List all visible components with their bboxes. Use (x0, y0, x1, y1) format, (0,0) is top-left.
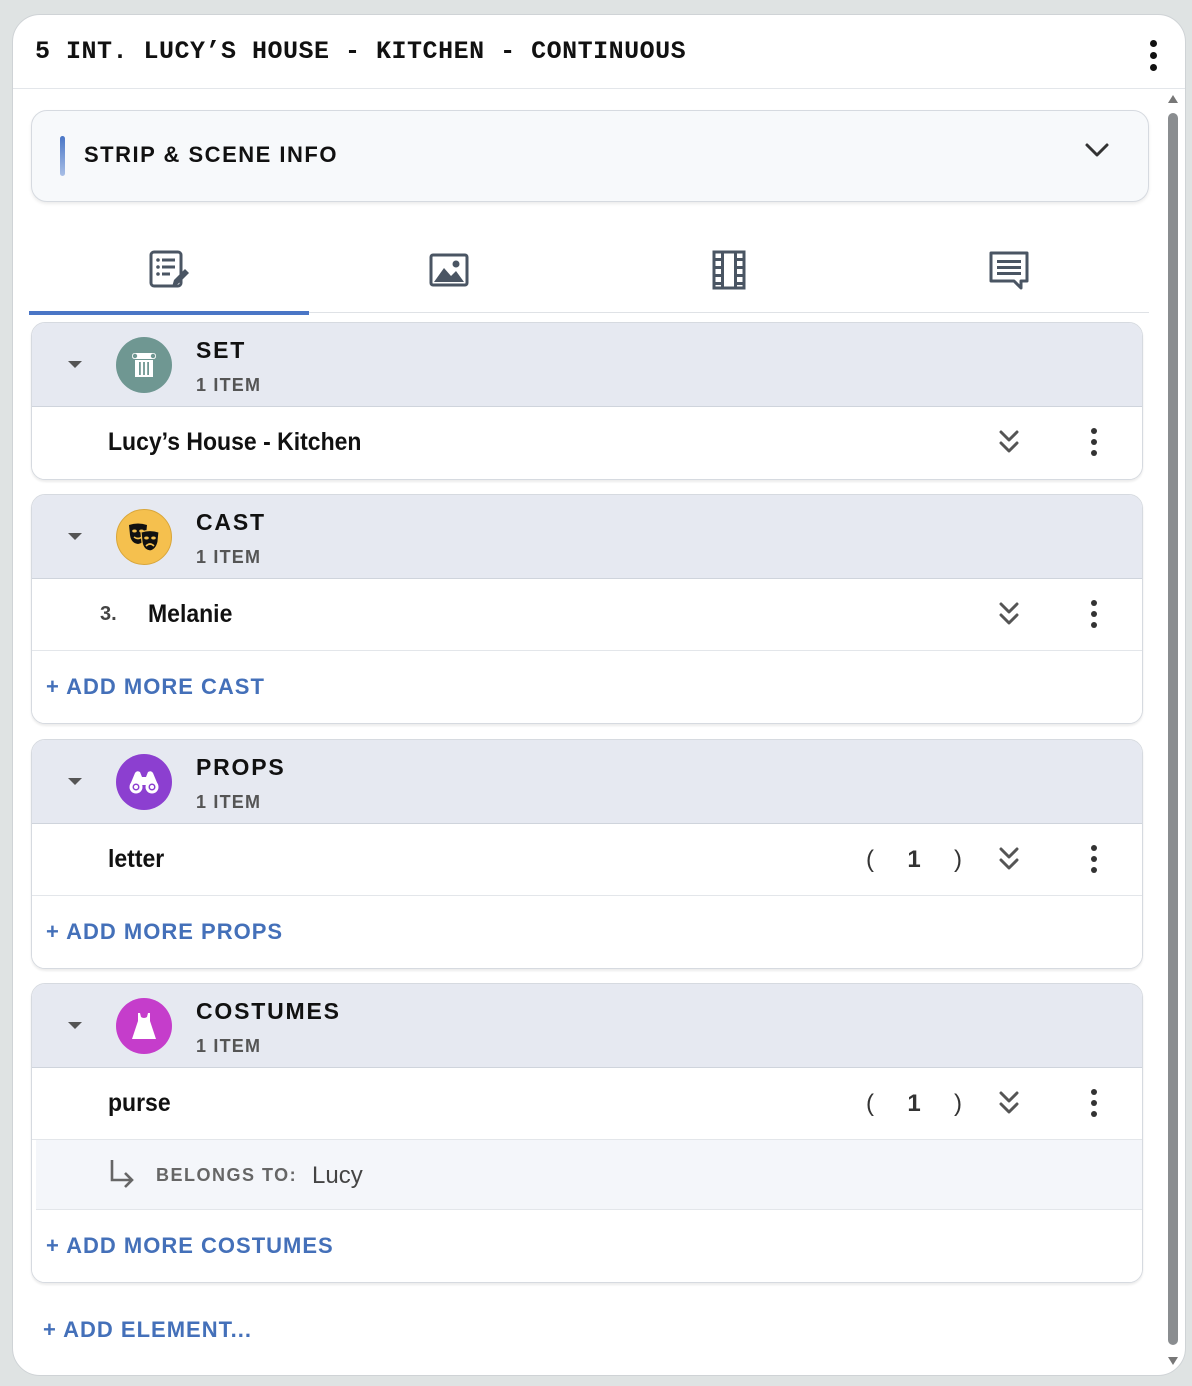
quantity-open-paren: ( (866, 846, 874, 873)
props-item-count: 1 ITEM (196, 792, 262, 812)
list-item[interactable]: purse ( 1 ) (32, 1068, 1142, 1140)
quantity[interactable]: ( 1 ) (866, 1090, 962, 1118)
tab-comments[interactable] (869, 227, 1149, 313)
film-strip-icon (712, 250, 746, 290)
strip-scene-info-toggle[interactable]: STRIP & SCENE INFO (31, 110, 1149, 202)
costumes-section-title: COSTUMES (196, 998, 341, 1024)
image-icon (429, 253, 469, 287)
comment-icon (989, 251, 1029, 290)
belongs-to-label: BELONGS TO: (156, 1165, 298, 1185)
scene-header: 5 INT. LUCY’S HOUSE - KITCHEN - CONTINUO… (13, 15, 1185, 89)
set-section: SET 1 ITEM Lucy’s House - Kitchen (31, 322, 1143, 480)
add-more-row: + ADD MORE PROPS (32, 896, 1142, 968)
add-element-button[interactable]: + ADD ELEMENT... (43, 1317, 252, 1343)
props-section-title: PROPS (196, 754, 286, 780)
item-more-menu-icon[interactable] (1084, 839, 1104, 879)
theater-masks-icon (116, 509, 172, 565)
set-section-title: SET (196, 337, 247, 363)
expand-double-chevron-icon[interactable] (998, 429, 1020, 455)
props-section-header[interactable]: PROPS 1 ITEM (32, 740, 1142, 824)
quantity[interactable]: ( 1 ) (866, 846, 962, 874)
belongs-to-row: BELONGS TO: Lucy (36, 1140, 1142, 1210)
accent-bar (60, 136, 65, 176)
add-more-props-button[interactable]: + ADD MORE PROPS (46, 919, 283, 945)
cast-section-title: CAST (196, 509, 266, 535)
quantity-open-paren: ( (866, 1090, 874, 1117)
collapse-caret-icon[interactable] (68, 778, 82, 785)
quantity-close-paren: ) (953, 1090, 962, 1117)
scroll-down-arrow-icon[interactable] (1168, 1357, 1178, 1365)
set-item-name: Lucy’s House - Kitchen (108, 428, 362, 456)
scrollbar[interactable] (1167, 95, 1179, 1365)
props-section: PROPS 1 ITEM letter ( 1 ) + ADD MORE PRO… (31, 739, 1143, 969)
cast-item-name: Melanie (148, 600, 233, 628)
chevron-down-icon[interactable] (1084, 141, 1110, 159)
subdirectory-arrow-icon (110, 1160, 134, 1188)
tab-image[interactable] (309, 227, 589, 313)
cast-item-count: 1 ITEM (196, 547, 262, 567)
quantity-value: 1 (907, 1090, 921, 1117)
scrollbar-thumb[interactable] (1168, 113, 1178, 1345)
item-more-menu-icon[interactable] (1084, 422, 1104, 462)
set-item-count: 1 ITEM (196, 375, 262, 395)
costumes-item-count: 1 ITEM (196, 1036, 262, 1056)
dress-icon (116, 998, 172, 1054)
column-icon (116, 337, 172, 393)
cast-number: 3. (100, 603, 117, 625)
add-more-cast-button[interactable]: + ADD MORE CAST (46, 674, 265, 700)
item-more-menu-icon[interactable] (1084, 594, 1104, 634)
set-section-header[interactable]: SET 1 ITEM (32, 323, 1142, 407)
cast-section-header[interactable]: CAST 1 ITEM (32, 495, 1142, 579)
binoculars-icon (116, 754, 172, 810)
scene-breakdown-panel: 5 INT. LUCY’S HOUSE - KITCHEN - CONTINUO… (12, 14, 1186, 1376)
list-edit-icon (149, 250, 189, 288)
collapse-caret-icon[interactable] (68, 361, 82, 368)
list-item[interactable]: 3. Melanie (32, 579, 1142, 651)
tab-film[interactable] (589, 227, 869, 313)
expand-double-chevron-icon[interactable] (998, 846, 1020, 872)
scene-title: 5 INT. LUCY’S HOUSE - KITCHEN - CONTINUO… (35, 37, 687, 66)
scroll-up-arrow-icon[interactable] (1168, 95, 1178, 103)
quantity-value: 1 (907, 846, 921, 873)
cast-section: CAST 1 ITEM 3. Melanie + ADD MORE CAST (31, 494, 1143, 724)
list-item[interactable]: letter ( 1 ) (32, 824, 1142, 896)
view-tabs (29, 227, 1149, 315)
scene-more-menu-icon[interactable] (1143, 35, 1163, 75)
add-more-row: + ADD MORE CAST (32, 651, 1142, 723)
add-more-row: + ADD MORE COSTUMES (32, 1210, 1142, 1282)
collapse-caret-icon[interactable] (68, 533, 82, 540)
expand-double-chevron-icon[interactable] (998, 1090, 1020, 1116)
costumes-section-header[interactable]: COSTUMES 1 ITEM (32, 984, 1142, 1068)
list-item[interactable]: Lucy’s House - Kitchen (32, 407, 1142, 479)
strip-scene-info-label: STRIP & SCENE INFO (84, 142, 338, 167)
quantity-close-paren: ) (953, 846, 962, 873)
costumes-section: COSTUMES 1 ITEM purse ( 1 ) BELONGS TO: … (31, 983, 1143, 1283)
expand-double-chevron-icon[interactable] (998, 601, 1020, 627)
belongs-to-value[interactable]: Lucy (312, 1162, 363, 1190)
props-item-name: letter (108, 845, 165, 873)
costumes-item-name: purse (108, 1089, 171, 1117)
add-more-costumes-button[interactable]: + ADD MORE COSTUMES (46, 1233, 334, 1259)
tab-breakdown[interactable] (29, 227, 309, 315)
collapse-caret-icon[interactable] (68, 1022, 82, 1029)
item-more-menu-icon[interactable] (1084, 1083, 1104, 1123)
